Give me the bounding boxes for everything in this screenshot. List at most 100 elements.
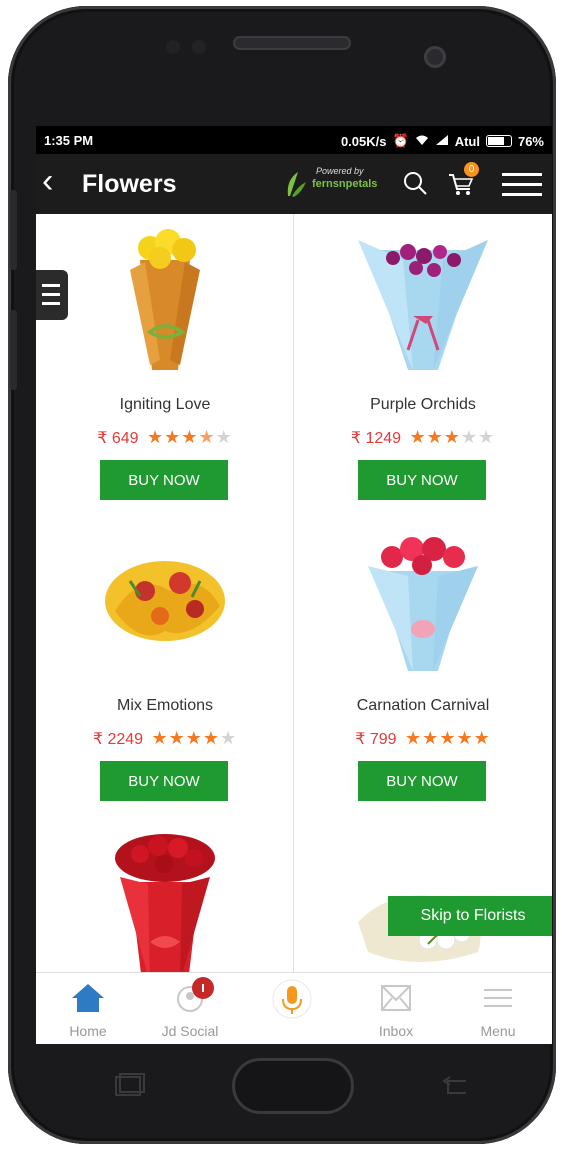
product-card[interactable]: Mix Emotions ₹ 2249 ★★★★★ BUY NOW xyxy=(36,515,294,815)
star-icon: ★ xyxy=(426,427,444,447)
star-icon: ★ xyxy=(439,728,457,748)
buy-now-button[interactable]: BUY NOW xyxy=(358,460,486,500)
star-icon: ★ xyxy=(460,427,479,447)
rating-stars: ★★★★★ xyxy=(151,728,237,748)
star-icon: ★ xyxy=(405,728,423,748)
skip-to-florists-button[interactable]: Skip to Florists xyxy=(388,896,552,936)
price-rating-row: ₹ 649 ★★★★★ xyxy=(36,427,294,448)
star-icon: ★ xyxy=(198,427,216,447)
nav-item-voice[interactable] xyxy=(242,973,342,1044)
bouquet-carnations-image[interactable] xyxy=(358,521,488,681)
front-camera xyxy=(424,46,446,68)
volume-down-button xyxy=(10,310,17,390)
product-name[interactable]: Carnation Carnival xyxy=(294,697,552,715)
cart-count-badge: 0 xyxy=(464,162,479,177)
nav-label: Inbox xyxy=(378,1023,414,1039)
star-icon: ★ xyxy=(181,427,199,447)
nav-item-inbox[interactable]: Inbox xyxy=(346,973,446,1044)
star-icon: ★ xyxy=(456,728,474,748)
product-price: ₹ 799 xyxy=(355,731,397,748)
status-bar: 1:35 PM 0.05K/s ⏰ Atul 76% xyxy=(36,126,552,154)
nav-item-menu[interactable]: Menu xyxy=(448,973,548,1044)
product-price: ₹ 2249 xyxy=(92,731,144,748)
hardware-back-icon[interactable] xyxy=(438,1073,474,1099)
nav-label: Menu xyxy=(480,1023,516,1039)
price-rating-row: ₹ 1249 ★★★★★ xyxy=(294,427,552,448)
filter-menu-icon xyxy=(42,284,60,305)
product-card[interactable]: Purple Orchids ₹ 1249 ★★★★★ BUY NOW xyxy=(294,214,552,514)
star-icon: ★ xyxy=(164,427,182,447)
wifi-icon xyxy=(415,134,429,149)
star-icon: ★ xyxy=(220,728,238,748)
buy-now-button[interactable]: BUY NOW xyxy=(100,460,228,500)
battery-icon xyxy=(485,135,512,147)
powered-by-logo: Powered by fernsnpetals xyxy=(282,166,380,200)
menu-icon xyxy=(484,989,512,1007)
star-icon: ★ xyxy=(422,728,440,748)
battery-level: 76% xyxy=(517,133,544,149)
status-time: 1:35 PM xyxy=(44,133,94,148)
signal-icon xyxy=(435,134,449,149)
carrier-name: Atul xyxy=(454,133,480,149)
nav-label: Home xyxy=(69,1023,107,1039)
earpiece-speaker xyxy=(233,36,351,50)
star-icon: ★ xyxy=(409,427,427,447)
star-icon: ★ xyxy=(151,728,169,748)
back-arrow-icon[interactable]: ‹ xyxy=(42,164,53,198)
volume-up-button xyxy=(10,190,17,270)
star-icon: ★ xyxy=(215,427,233,447)
light-sensor xyxy=(192,40,206,54)
product-price: ₹ 649 xyxy=(97,430,139,447)
product-grid: Igniting Love ₹ 649 ★★★★★ BUY NOW Purple… xyxy=(36,214,552,972)
bouquet-red-roses-image[interactable] xyxy=(100,822,230,972)
bouquet-mixed-lilies-image[interactable] xyxy=(100,521,230,681)
powered-by-label: Powered by xyxy=(316,166,364,176)
price-rating-row: ₹ 799 ★★★★★ xyxy=(294,728,552,749)
page-title: Flowers xyxy=(82,170,177,198)
buy-now-button[interactable]: BUY NOW xyxy=(358,761,486,801)
star-icon: ★ xyxy=(185,728,203,748)
product-card[interactable]: Carnation Carnival ₹ 799 ★★★★★ BUY NOW xyxy=(294,515,552,815)
hardware-home-button[interactable] xyxy=(232,1058,354,1114)
product-price: ₹ 1249 xyxy=(350,430,402,447)
buy-now-button[interactable]: BUY NOW xyxy=(100,761,228,801)
alarm-icon: ⏰ xyxy=(392,133,409,148)
nav-item-jd-social[interactable]: Jd Social xyxy=(140,973,240,1044)
screen: 1:35 PM 0.05K/s ⏰ Atul 76% ‹ Flowers Pow… xyxy=(36,126,552,1044)
nav-label: Jd Social xyxy=(161,1023,219,1039)
hamburger-menu-icon[interactable] xyxy=(502,172,542,198)
brand-name: fernsnpetals xyxy=(312,178,378,190)
star-icon: ★ xyxy=(443,427,461,447)
home-icon xyxy=(72,984,104,1012)
product-name[interactable]: Purple Orchids xyxy=(294,396,552,414)
star-icon: ★ xyxy=(478,427,496,447)
star-icon: ★ xyxy=(202,728,221,748)
product-card[interactable] xyxy=(36,816,294,972)
filter-drawer-tab[interactable] xyxy=(36,270,68,320)
star-icon: ★ xyxy=(147,427,165,447)
product-card[interactable] xyxy=(294,816,552,972)
fnp-leaf-icon xyxy=(287,172,306,197)
bouquet-purple-orchids-image[interactable] xyxy=(358,220,488,380)
app-bar: ‹ Flowers Powered by fernsnpetals 0 xyxy=(36,154,552,214)
product-name[interactable]: Mix Emotions xyxy=(36,697,294,715)
bouquet-yellow-roses-image[interactable] xyxy=(100,220,230,380)
network-speed: 0.05K/s xyxy=(340,133,387,149)
mic-icon xyxy=(272,979,312,1019)
rating-stars: ★★★★★ xyxy=(409,427,495,447)
star-icon: ★ xyxy=(168,728,186,748)
recent-apps-icon[interactable] xyxy=(112,1073,148,1099)
search-icon[interactable] xyxy=(402,170,428,196)
product-card[interactable]: Igniting Love ₹ 649 ★★★★★ BUY NOW xyxy=(36,214,294,514)
rating-stars: ★★★★★ xyxy=(147,427,233,447)
rating-stars: ★★★★★ xyxy=(405,728,491,748)
proximity-sensor xyxy=(166,40,180,54)
status-indicators: 0.05K/s ⏰ Atul 76% xyxy=(341,133,544,149)
nav-item-home[interactable]: Home xyxy=(38,973,138,1044)
price-rating-row: ₹ 2249 ★★★★★ xyxy=(36,728,294,749)
social-notification-badge xyxy=(192,977,214,999)
inbox-icon xyxy=(381,985,411,1011)
product-name[interactable]: Igniting Love xyxy=(36,396,294,414)
star-icon: ★ xyxy=(473,728,491,748)
bottom-navigation: Home Jd Social Inbox Menu xyxy=(36,972,552,1044)
